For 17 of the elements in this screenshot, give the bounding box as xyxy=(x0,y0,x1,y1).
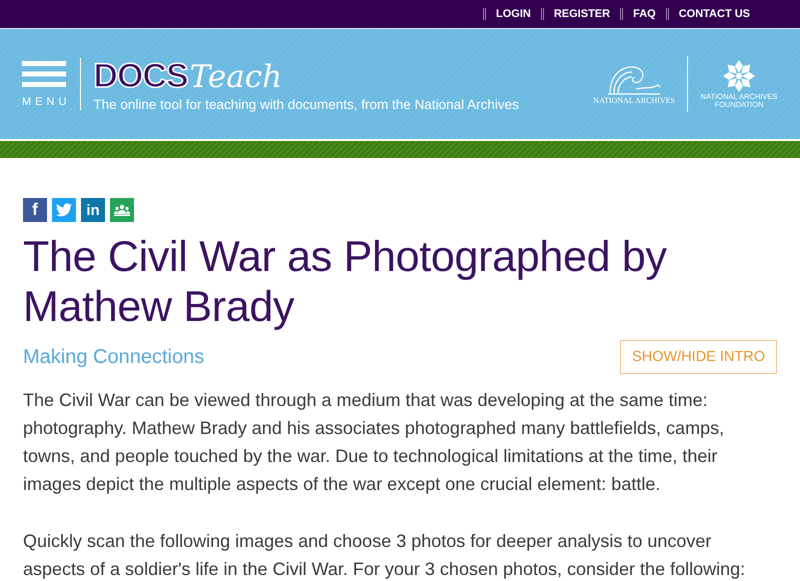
page-subtitle: Making Connections xyxy=(23,346,204,368)
page-title: The Civil War as Photographed by Mathew Brady xyxy=(23,232,668,332)
classroom-icon[interactable] xyxy=(110,198,134,222)
linkedin-icon[interactable]: in xyxy=(81,198,105,222)
tagline: The online tool for teaching with documents, from the National Archives xyxy=(93,96,519,112)
intro-paragraph: Quickly scan the following images and choose 3 photos for deeper analysis to uncover aspects of a soldier's life in the Civil War. For your 3 chosen photos, consider the following: xyxy=(23,530,746,581)
twitter-bird-icon[interactable] xyxy=(52,198,76,222)
intro-paragraph: The Civil War can be viewed through a medium that was developing at the same time: photography. Mathew Brady and his associates photographed many battlefields, camps, towns, and people touched by the war. Due to technological limitations at the time, their images depict the multiple aspects of the war except one crucial element: battle. xyxy=(23,389,726,496)
menu-icon xyxy=(22,60,66,86)
archives-logo-text: NATIONAL ARCHIVES xyxy=(593,96,675,106)
nav-link[interactable]: LOGIN xyxy=(483,8,541,20)
facebook-icon[interactable]: f xyxy=(23,198,47,222)
nav-link[interactable]: FAQ xyxy=(620,8,666,20)
logo-wordmark[interactable]: DOCS xyxy=(93,56,188,96)
nav-link[interactable]: CONTACT US xyxy=(666,8,760,20)
star-emblem-icon xyxy=(722,59,756,94)
nav-link[interactable]: REGISTER xyxy=(540,8,620,20)
